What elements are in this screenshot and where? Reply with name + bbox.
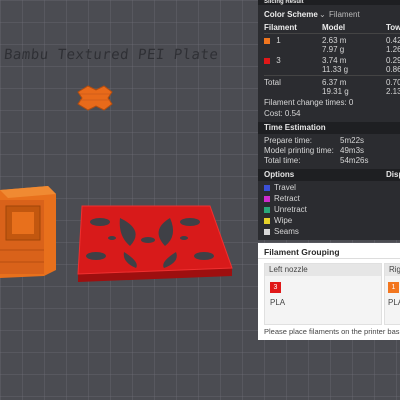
right-nozzle-label: Rig (385, 264, 400, 276)
option-unretract[interactable]: Unretract (264, 205, 400, 214)
color-scheme-label: Color Scheme (264, 10, 318, 19)
model-length: 2.63 m (322, 36, 347, 45)
display-label: Disp (386, 170, 400, 179)
grouping-hint: Please place filaments on the printer ba… (264, 327, 400, 336)
right-material: PLA (388, 298, 400, 307)
prepare-time-row: Prepare time: 5m22s (264, 136, 400, 145)
color-scheme-select[interactable]: Filament (329, 10, 360, 19)
total-tower-length: 0.70 (386, 78, 400, 87)
prepare-time-value: 5m22s (340, 136, 365, 145)
orange-box-part[interactable] (0, 186, 56, 278)
divider (258, 258, 400, 259)
seams-swatch (264, 228, 270, 235)
options-header: Options Disp (258, 169, 400, 181)
option-label: Seams (274, 227, 299, 236)
divider (264, 75, 400, 76)
options-label: Options (264, 170, 295, 179)
filament-chip-3[interactable]: 3 (270, 282, 281, 293)
table-row: 1 2.63 m 0.42 (264, 36, 400, 45)
option-retract[interactable]: Retract (264, 194, 400, 203)
total-length: 6.37 m (322, 78, 347, 87)
total-weight: 19.31 g (322, 87, 349, 96)
header-filament: Filament (264, 23, 297, 32)
time-estimation-header: Time Estimation (258, 122, 400, 134)
filament-chip-1[interactable]: 1 (388, 282, 399, 293)
option-label: Wipe (274, 216, 293, 225)
left-nozzle-label: Left nozzle (265, 264, 381, 276)
filament-id: 1 (276, 36, 281, 45)
filament-swatch (264, 57, 270, 64)
model-print-time-label: Model printing time: (264, 146, 334, 155)
filament-id: 3 (276, 56, 281, 65)
color-scheme-row[interactable]: Color Scheme ⌄ Filament (264, 10, 400, 19)
tower-length: 0.29 (386, 56, 400, 65)
tower-weight: 0.86 (386, 65, 400, 74)
model-weight: 7.97 g (322, 45, 345, 54)
option-label: Retract (274, 194, 300, 203)
wipe-swatch (264, 217, 270, 224)
divider (264, 33, 400, 34)
total-time-row: Total time: 54m26s (264, 156, 400, 165)
filament-swatch (264, 37, 270, 44)
grouping-title: Filament Grouping (264, 247, 340, 257)
option-wipe[interactable]: Wipe (264, 216, 400, 225)
model-weight: 11.33 g (322, 65, 349, 74)
total-time-value: 54m26s (340, 156, 369, 165)
header-tower: Tow (386, 23, 400, 32)
retract-swatch (264, 195, 270, 202)
slicing-result-panel: Slicing Result Color Scheme ⌄ Filament F… (258, 0, 400, 240)
left-nozzle-box[interactable]: Left nozzle 3 PLA (264, 263, 382, 325)
table-row: 3 3.74 m 0.29 (264, 56, 400, 65)
model-print-time-value: 49m3s (340, 146, 365, 155)
filament-grouping-panel: Filament Grouping Left nozzle 3 PLA Rig … (258, 243, 400, 340)
panel-title: Slicing Result (258, 0, 400, 5)
total-label: Total (264, 78, 281, 87)
red-plate-part[interactable] (77, 205, 233, 282)
option-label: Unretract (274, 205, 307, 214)
prepare-time-label: Prepare time: (264, 136, 313, 145)
tower-length: 0.42 (386, 36, 400, 45)
left-material: PLA (270, 298, 286, 307)
travel-swatch (264, 184, 270, 191)
header-model: Model (322, 23, 346, 32)
option-seams[interactable]: Seams (264, 227, 400, 236)
option-travel[interactable]: Travel (264, 183, 400, 192)
option-label: Travel (274, 183, 296, 192)
filament-table-header: Filament Model Tow (264, 23, 400, 32)
chevron-down-icon[interactable]: ⌄ (319, 10, 326, 19)
cost: Cost: 0.54 (264, 109, 301, 118)
small-orange-part[interactable] (77, 85, 113, 111)
total-time-label: Total time: (264, 156, 301, 165)
unretract-swatch (264, 206, 270, 213)
right-nozzle-box[interactable]: Rig 1 PLA (384, 263, 400, 325)
model-print-time-row: Model printing time: 49m3s (264, 146, 400, 155)
filament-change-times: Filament change times: 0 (264, 98, 354, 107)
model-length: 3.74 m (322, 56, 347, 65)
total-row: Total 6.37 m 0.70 (264, 78, 400, 87)
total-tower-weight: 2.13 (386, 87, 400, 96)
tower-weight: 1.26 (386, 45, 400, 54)
